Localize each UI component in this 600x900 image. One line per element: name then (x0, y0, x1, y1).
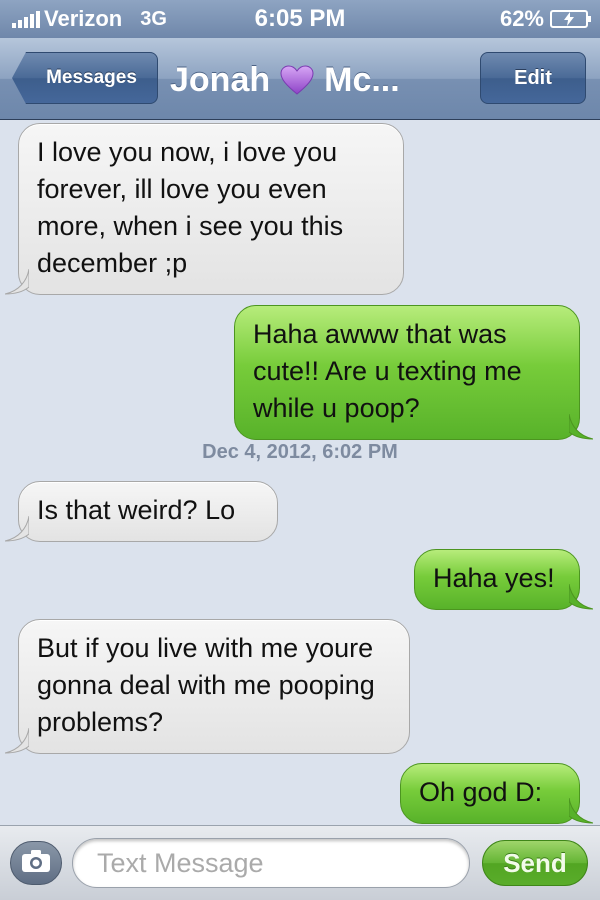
back-to-messages-button[interactable]: Messages (12, 52, 158, 104)
message-text: Oh god D: (419, 777, 543, 807)
message-thread: I love you now, i love you forever, ill … (0, 121, 600, 825)
message-bubble-incoming[interactable]: But if you live with me youre gonna deal… (5, 619, 410, 754)
message-bubble-incoming[interactable]: I love you now, i love you forever, ill … (5, 123, 404, 295)
message-bubble-incoming[interactable]: Is that weird? Lo (5, 481, 278, 542)
send-button[interactable]: Send (482, 840, 588, 886)
status-bar: Verizon 3G 6:05 PM 62% (0, 0, 600, 38)
camera-icon (21, 849, 51, 878)
message-bubble-outgoing[interactable]: Haha awww that was cute!! Are u texting … (234, 305, 593, 440)
battery-percent: 62% (499, 6, 544, 31)
message-bubble-outgoing[interactable]: Haha yes! (414, 549, 593, 610)
carrier-name: Verizon (44, 6, 123, 31)
network-type: 3G (140, 7, 167, 30)
message-text: Haha yes! (433, 563, 555, 593)
purple-heart-icon (280, 65, 314, 95)
message-text: But if you live with me youre gonna deal… (37, 633, 375, 737)
battery-icon (550, 10, 591, 28)
contact-last-name: Mc... (324, 60, 400, 99)
message-bubble-outgoing[interactable]: Oh god D: (400, 763, 593, 824)
message-timestamp: Dec 4, 2012, 6:02 PM (202, 441, 398, 463)
navigation-bar: Messages Jonah Mc... Edit (0, 38, 600, 120)
camera-button[interactable] (10, 841, 62, 885)
message-compose-bar: Send (0, 825, 600, 900)
contact-first-name: Jonah (170, 60, 271, 99)
text-message-input[interactable] (72, 838, 470, 888)
message-text: Haha awww that was cute!! Are u texting … (253, 319, 522, 423)
battery-status: 62% (499, 6, 591, 32)
message-text: I love you now, i love you forever, ill … (37, 137, 344, 278)
conversation-title: Jonah Mc... (170, 56, 450, 104)
signal-icon (12, 10, 40, 28)
message-text: Is that weird? Lo (37, 495, 236, 525)
edit-button[interactable]: Edit (480, 52, 586, 104)
